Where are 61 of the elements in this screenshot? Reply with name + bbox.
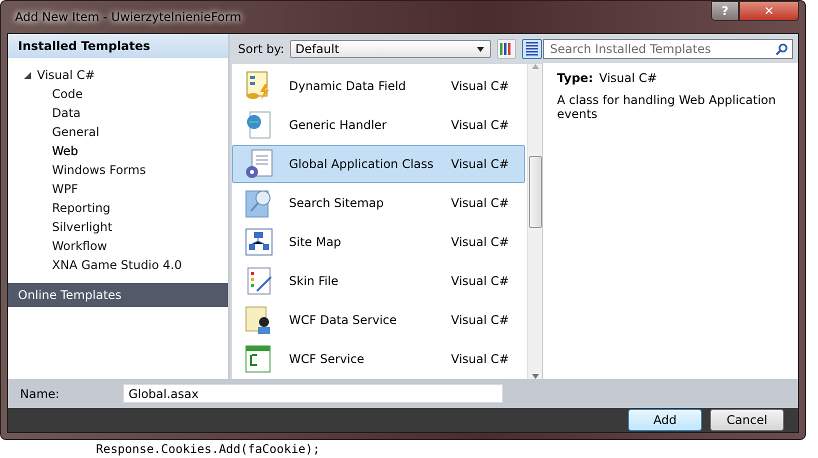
template-row[interactable]: Global Application Class Visual C# bbox=[232, 145, 525, 183]
tree-item[interactable]: Reporting bbox=[52, 201, 110, 216]
installed-templates-header[interactable]: Installed Templates bbox=[8, 34, 228, 58]
template-name: Skin File bbox=[289, 274, 340, 288]
tree-item[interactable]: Web bbox=[52, 144, 78, 158]
tree-item[interactable]: Code bbox=[52, 87, 83, 102]
grid-view-button[interactable] bbox=[496, 39, 516, 59]
template-name: Site Map bbox=[289, 235, 342, 249]
add-button[interactable]: Add bbox=[628, 409, 702, 431]
template-language: Visual C# bbox=[451, 157, 510, 171]
template-name: WCF Service bbox=[289, 352, 366, 366]
cancel-button[interactable]: Cancel bbox=[710, 409, 784, 431]
sort-dropdown[interactable]: Default bbox=[290, 40, 491, 58]
hierarchy-icon bbox=[243, 226, 275, 258]
template-name: Dynamic Data Field bbox=[289, 79, 407, 93]
code-text: Response.Cookies.Add(faCookie); bbox=[96, 442, 320, 456]
template-row[interactable]: Dynamic Data Field Visual C# bbox=[232, 67, 525, 105]
tree-item[interactable]: Data bbox=[52, 106, 81, 120]
search-icon[interactable] bbox=[775, 42, 788, 56]
list-view-button[interactable] bbox=[522, 39, 542, 59]
tree-item[interactable]: Windows Forms bbox=[52, 163, 146, 178]
tree-item[interactable]: WPF bbox=[52, 182, 78, 196]
template-language: Visual C# bbox=[451, 79, 510, 93]
template-name: Generic Handler bbox=[289, 118, 388, 132]
template-row[interactable]: WCF Data Service Visual C# bbox=[232, 301, 525, 339]
grid-view-icon bbox=[499, 42, 514, 56]
tree-item[interactable]: Workflow bbox=[52, 239, 108, 254]
template-name: WCF Data Service bbox=[289, 313, 398, 327]
tree-item[interactable]: Silverlight bbox=[52, 220, 112, 234]
scrollbar[interactable] bbox=[527, 64, 542, 379]
template-language: Visual C# bbox=[451, 313, 510, 327]
scrollbar-thumb[interactable] bbox=[528, 156, 542, 228]
online-templates-header[interactable]: Online Templates bbox=[8, 282, 228, 307]
template-row[interactable]: Skin File Visual C# bbox=[232, 262, 525, 300]
tree-item[interactable]: Visual C# bbox=[37, 68, 96, 82]
template-language: Visual C# bbox=[451, 352, 510, 366]
sort-label: Sort by: bbox=[238, 42, 284, 56]
list-view-icon bbox=[525, 42, 540, 56]
expand-triangle-icon[interactable] bbox=[24, 72, 31, 79]
template-name: Global Application Class bbox=[289, 157, 435, 171]
type-label: Type: bbox=[557, 71, 594, 85]
template-row[interactable]: Generic Handler Visual C# bbox=[232, 106, 525, 144]
template-language: Visual C# bbox=[451, 274, 510, 288]
tree-item[interactable]: General bbox=[52, 125, 100, 140]
close-button[interactable]: ✕ bbox=[739, 1, 799, 21]
template-row[interactable]: Site Map Visual C# bbox=[232, 223, 525, 261]
name-field[interactable]: Global.asax bbox=[123, 384, 504, 403]
template-name: Search Sitemap bbox=[289, 196, 385, 210]
window-title: Add New Item - UwierzytelnienieForm bbox=[14, 10, 242, 24]
dropdown-caret-icon[interactable] bbox=[476, 46, 484, 52]
template-row[interactable]: Search Sitemap Visual C# bbox=[232, 184, 525, 222]
template-language: Visual C# bbox=[451, 118, 510, 132]
name-label: Name: bbox=[20, 386, 60, 400]
search-field[interactable]: Search Installed Templates bbox=[543, 39, 793, 59]
template-language: Visual C# bbox=[451, 196, 510, 210]
template-row[interactable]: WCF Service Visual C# bbox=[232, 340, 525, 378]
document-gear-icon bbox=[243, 148, 275, 180]
tree-item[interactable]: XNA Game Studio 4.0 bbox=[52, 258, 182, 272]
type-value: Visual C# bbox=[599, 71, 658, 85]
template-language: Visual C# bbox=[451, 235, 510, 249]
template-description: A class for handling Web Application events bbox=[557, 93, 777, 121]
